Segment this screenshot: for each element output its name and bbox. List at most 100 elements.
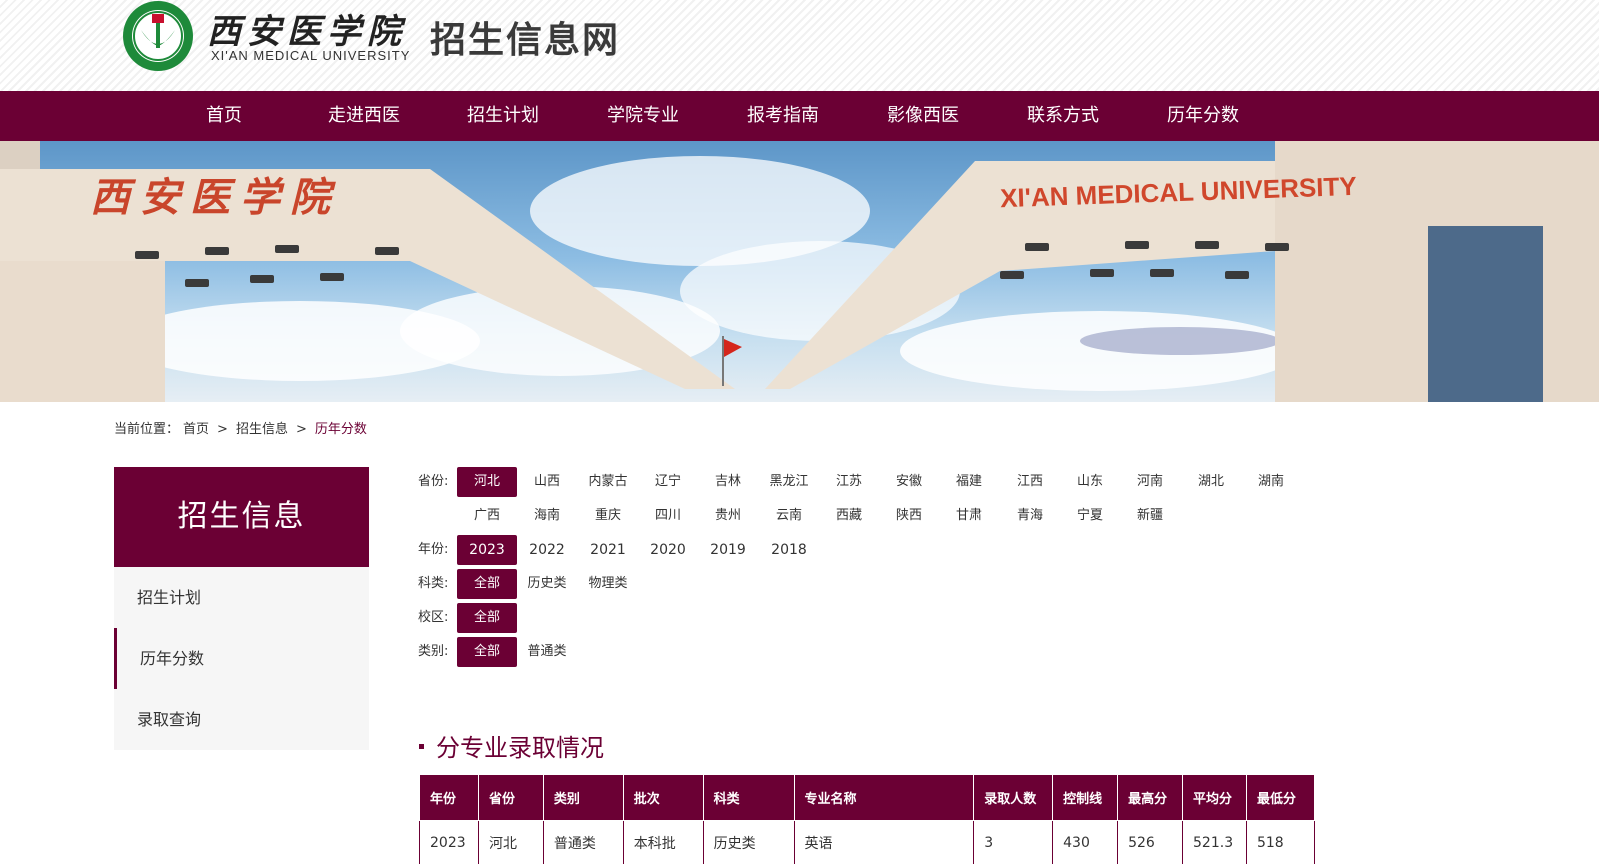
subject-option[interactable]: 历史类 <box>517 569 577 599</box>
campus-gate-banner: 西安医学院 XI'AN MEDICAL UNIVERSITY <box>0 141 1599 402</box>
province-option[interactable]: 广西 <box>457 501 517 531</box>
year-option[interactable]: 2018 <box>759 535 819 565</box>
year-option[interactable]: 2021 <box>578 535 638 565</box>
banner-illustration: 西安医学院 XI'AN MEDICAL UNIVERSITY <box>0 141 1599 402</box>
province-option[interactable]: 陕西 <box>879 501 939 531</box>
section-bullet-icon <box>419 743 424 749</box>
university-seal-icon[interactable] <box>119 0 197 72</box>
province-option[interactable]: 江苏 <box>819 467 879 497</box>
year-option[interactable]: 2019 <box>698 535 758 565</box>
table-cell: 526 <box>1117 820 1184 864</box>
subject-option[interactable]: 全部 <box>457 569 517 599</box>
province-option[interactable]: 黑龙江 <box>759 467 819 497</box>
nav-item-guide[interactable]: 报考指南 <box>718 91 848 141</box>
column-header: 录取人数 <box>973 775 1054 821</box>
table-cell: 518 <box>1245 820 1316 864</box>
province-option[interactable]: 山东 <box>1060 467 1120 497</box>
province-option[interactable]: 湖北 <box>1181 467 1241 497</box>
nav-item-majors[interactable]: 学院专业 <box>578 91 708 141</box>
sidebar-menu: 招生计划 历年分数 录取查询 <box>114 567 369 750</box>
nav-item-gallery[interactable]: 影像西医 <box>858 91 988 141</box>
province-option[interactable]: 河南 <box>1120 467 1180 497</box>
province-option[interactable]: 辽宁 <box>638 467 698 497</box>
site-title: 招生信息网 <box>430 20 621 61</box>
province-option[interactable]: 新疆 <box>1120 501 1180 531</box>
table-header-row: 年份 省份 类别 批次 科类 专业名称 录取人数 控制线 最高分 平均分 最低分 <box>419 775 1316 821</box>
nav-item-contact[interactable]: 联系方式 <box>998 91 1128 141</box>
province-option[interactable]: 湖南 <box>1241 467 1301 497</box>
province-filter-label: 省份: <box>418 474 449 489</box>
nav-item-about[interactable]: 走进西医 <box>299 91 429 141</box>
banner-sign-cn: 西安医学院 <box>90 174 340 221</box>
table-cell: 普通类 <box>542 820 624 864</box>
province-option[interactable]: 四川 <box>638 501 698 531</box>
table-cell: 2023 <box>419 820 479 864</box>
main-nav: 首页 走进西医 招生计划 学院专业 报考指南 影像西医 联系方式 历年分数 <box>0 91 1599 141</box>
admission-scores-table: 年份 省份 类别 批次 科类 专业名称 录取人数 控制线 最高分 平均分 最低分 2023 河北 普通类… <box>419 775 1316 864</box>
section-title-text: 分专业录取情况 <box>436 734 604 762</box>
table-cell: 本科批 <box>622 820 704 864</box>
campus-option[interactable]: 全部 <box>457 603 517 633</box>
subject-option[interactable]: 物理类 <box>578 569 638 599</box>
nav-item-enrollment-plan[interactable]: 招生计划 <box>438 91 568 141</box>
category-option[interactable]: 全部 <box>457 637 517 667</box>
province-option[interactable]: 宁夏 <box>1060 501 1120 531</box>
column-header: 控制线 <box>1052 775 1119 821</box>
breadcrumb-admissions[interactable]: 招生信息 <box>236 422 288 437</box>
column-header: 最低分 <box>1245 775 1316 821</box>
column-header: 批次 <box>622 775 704 821</box>
column-header: 科类 <box>702 775 795 821</box>
year-option[interactable]: 2023 <box>457 535 517 565</box>
column-header: 省份 <box>477 775 544 821</box>
province-option[interactable]: 青海 <box>1000 501 1060 531</box>
logo-chinese-name[interactable]: 西安医学院 <box>207 4 407 53</box>
table-cell: 河北 <box>477 820 544 864</box>
sidebar-item-enrollment-plan[interactable]: 招生计划 <box>114 567 369 628</box>
logo-english-name[interactable]: XI'AN MEDICAL UNIVERSITY <box>211 48 410 63</box>
column-header: 专业名称 <box>793 775 975 821</box>
province-option[interactable]: 云南 <box>759 501 819 531</box>
breadcrumb: 当前位置： 首页 > 招生信息 > 历年分数 <box>114 418 375 437</box>
table-cell: 3 <box>973 820 1054 864</box>
province-option[interactable]: 山西 <box>517 467 577 497</box>
nav-item-scores[interactable]: 历年分数 <box>1138 91 1268 141</box>
province-option[interactable]: 安徽 <box>879 467 939 497</box>
province-option[interactable]: 甘肃 <box>939 501 999 531</box>
sidebar-item-historical-scores[interactable]: 历年分数 <box>114 628 369 689</box>
nav-item-home[interactable]: 首页 <box>159 91 289 141</box>
table-cell: 英语 <box>793 820 975 864</box>
province-option[interactable]: 重庆 <box>578 501 638 531</box>
breadcrumb-separator: > <box>217 422 228 437</box>
breadcrumb-current: 历年分数 <box>314 422 367 437</box>
province-option[interactable]: 河北 <box>457 467 517 497</box>
breadcrumb-separator: > <box>295 422 307 437</box>
province-option[interactable]: 西藏 <box>819 501 879 531</box>
year-option[interactable]: 2020 <box>638 535 698 565</box>
subject-filter-label: 科类: <box>418 576 449 591</box>
province-option[interactable]: 江西 <box>1000 467 1060 497</box>
category-option[interactable]: 普通类 <box>517 637 577 667</box>
column-header: 平均分 <box>1182 775 1247 821</box>
site-header: 西安医学院 XI'AN MEDICAL UNIVERSITY 招生信息网 <box>0 0 1599 91</box>
breadcrumb-home[interactable]: 首页 <box>183 422 209 437</box>
year-filter-label: 年份: <box>418 542 449 557</box>
column-header: 最高分 <box>1117 775 1184 821</box>
table-row: 2023 河北 普通类 本科批 历史类 英语 3 430 526 521.3 518 <box>419 820 1316 864</box>
breadcrumb-prefix: 当前位置： <box>114 422 180 437</box>
section-title: 分专业录取情况 <box>419 728 604 763</box>
table-cell: 430 <box>1052 820 1119 864</box>
column-header: 年份 <box>419 775 479 821</box>
table-cell: 521.3 <box>1182 820 1247 864</box>
category-filter-label: 类别: <box>418 644 449 659</box>
province-option[interactable]: 海南 <box>517 501 577 531</box>
sidebar-item-admission-query[interactable]: 录取查询 <box>114 689 369 750</box>
province-option[interactable]: 贵州 <box>698 501 758 531</box>
province-option[interactable]: 吉林 <box>698 467 758 497</box>
campus-filter-label: 校区: <box>418 610 449 625</box>
table-cell: 历史类 <box>702 820 795 864</box>
column-header: 类别 <box>542 775 624 821</box>
province-option[interactable]: 福建 <box>939 467 999 497</box>
province-option[interactable]: 内蒙古 <box>578 467 638 497</box>
year-option[interactable]: 2022 <box>517 535 577 565</box>
sidebar-title: 招生信息 <box>114 467 369 567</box>
